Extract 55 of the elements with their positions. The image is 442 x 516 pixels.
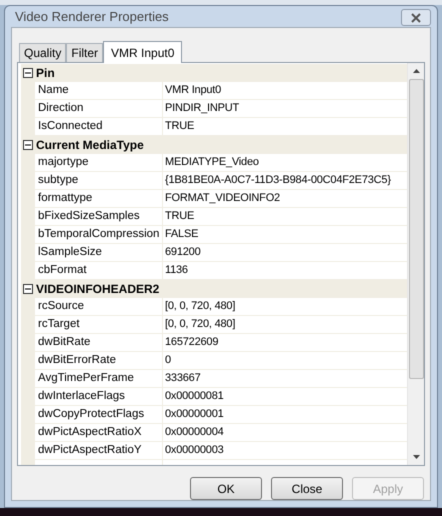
property-name: dwPictAspectRatioX	[35, 424, 163, 442]
property-name: lSampleSize	[35, 244, 163, 262]
property-name: Direction	[35, 100, 163, 118]
property-value: MEDIATYPE_Video	[163, 154, 407, 172]
scroll-up-icon	[412, 69, 420, 73]
dialog-button[interactable]: Close	[271, 477, 343, 500]
window-title: Video Renderer Properties	[15, 8, 169, 26]
close-button[interactable]	[401, 9, 431, 26]
property-name: dwBitRate	[35, 334, 163, 352]
property-value: PINDIR_INPUT	[163, 100, 407, 118]
property-value: [0, 0, 720, 480]	[163, 316, 407, 334]
property-value: 333667	[163, 370, 407, 388]
tab[interactable]: Quality	[19, 43, 66, 62]
property-name: formattype	[35, 190, 163, 208]
collapse-toggle[interactable]	[23, 284, 33, 294]
property-name: dwPictAspectRatioY	[35, 442, 163, 460]
scroll-down-icon	[412, 455, 420, 459]
minus-icon	[25, 142, 31, 148]
close-icon	[410, 12, 422, 22]
scroll-thumb[interactable]	[408, 79, 424, 379]
property-name: dwBitErrorRate	[35, 352, 163, 370]
group-title: Current MediaType	[36, 137, 144, 154]
property-value: VMR Input0	[163, 82, 407, 100]
property-value: 0x00000081	[163, 388, 407, 406]
property-name: majortype	[35, 154, 163, 172]
tab[interactable]: Filter	[66, 43, 104, 62]
property-value: 0x00000001	[163, 406, 407, 424]
scrollbar[interactable]	[407, 63, 424, 465]
property-name: rcTarget	[35, 316, 163, 334]
property-value: 0	[163, 352, 407, 370]
property-name: subtype	[35, 172, 163, 190]
property-name: AvgTimePerFrame	[35, 370, 163, 388]
property-name: bTemporalCompression	[35, 226, 163, 244]
property-value: TRUE	[163, 208, 407, 226]
property-value: {1B81BE0A-A0C7-11D3-B984-00C04F2E73C5}	[163, 172, 407, 190]
tab[interactable]: VMR Input0	[103, 41, 182, 63]
property-value: FALSE	[163, 226, 407, 244]
property-value: 691200	[163, 244, 407, 262]
property-name: dwInterlaceFlags	[35, 388, 163, 406]
property-name: bFixedSizeSamples	[35, 208, 163, 226]
minus-icon	[25, 70, 31, 76]
group-title: Pin	[36, 65, 55, 82]
property-name: Name	[35, 82, 163, 100]
collapse-toggle[interactable]	[23, 68, 33, 78]
property-value: 0x00000003	[163, 442, 407, 460]
property-value: FORMAT_VIDEOINFO2	[163, 190, 407, 208]
property-value: 165722609	[163, 334, 407, 352]
group-title: VIDEOINFOHEADER2	[36, 281, 160, 298]
property-name: rcSource	[35, 298, 163, 316]
property-value: [0, 0, 720, 480]	[163, 298, 407, 316]
collapse-toggle[interactable]	[23, 140, 33, 150]
minus-icon	[25, 286, 31, 292]
dialog-button[interactable]: OK	[190, 477, 262, 500]
property-name: dwCopyProtectFlags	[35, 406, 163, 424]
property-value: 0x00000004	[163, 424, 407, 442]
